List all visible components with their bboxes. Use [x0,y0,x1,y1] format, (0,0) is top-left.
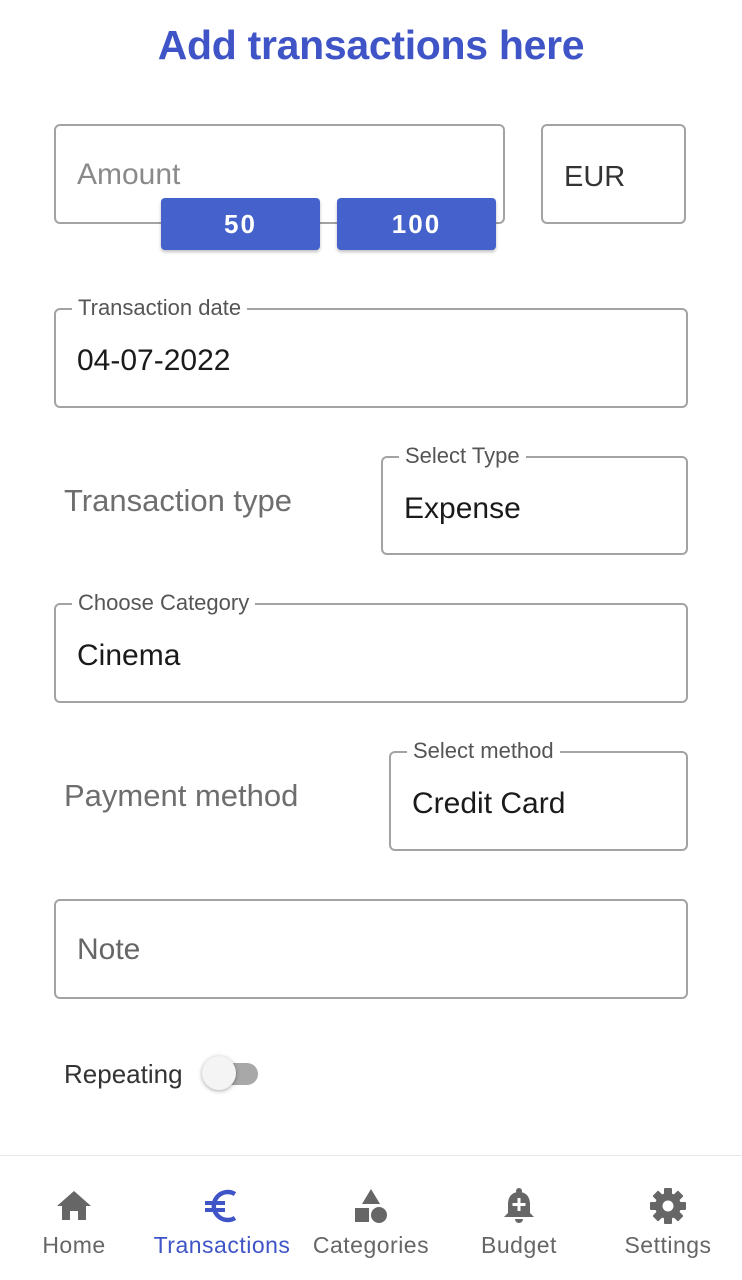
category-select[interactable]: Choose Category Cinema [54,590,688,703]
quick-amount-50-button[interactable]: 50 [161,198,320,250]
payment-method-label: Payment method [64,778,299,813]
transaction-type-select[interactable]: Select Type Expense [381,443,688,555]
transaction-date-label: Transaction date [72,295,248,321]
category-label: Choose Category [72,590,256,616]
transaction-date-field[interactable]: Transaction date 04-07-2022 [54,295,688,408]
select-method-label: Select method [407,738,560,764]
repeating-label: Repeating [64,1059,183,1089]
bell-plus-icon [504,1188,534,1223]
toggle-thumb [202,1056,236,1090]
note-input[interactable]: Note [54,899,688,999]
euro-icon [205,1189,237,1223]
bottom-navigation: Home Transactions Categories Budget Sett… [0,1155,742,1280]
nav-label-budget: Budget [481,1232,557,1258]
nav-label-transactions: Transactions [153,1232,291,1258]
payment-method-value: Credit Card [412,787,566,820]
currency-selector[interactable]: EUR [541,124,686,224]
home-icon [57,1191,91,1220]
nav-label-settings: Settings [624,1232,712,1258]
nav-label-home: Home [42,1232,106,1258]
category-value: Cinema [77,639,181,672]
amount-placeholder: Amount [77,158,181,191]
nav-item-transactions[interactable]: Transactions [148,1156,296,1280]
transaction-type-label: Transaction type [64,483,293,518]
payment-method-select[interactable]: Select method Credit Card [389,738,688,851]
nav-item-categories[interactable]: Categories [297,1156,445,1280]
repeating-toggle[interactable] [202,1056,259,1090]
transaction-date-value: 04-07-2022 [77,344,231,377]
transaction-type-value: Expense [404,492,521,525]
nav-item-budget[interactable]: Budget [445,1156,593,1280]
select-type-label: Select Type [399,443,526,469]
shapes-icon [355,1189,387,1223]
nav-item-settings[interactable]: Settings [594,1156,742,1280]
page-title: Add transactions here [157,22,585,68]
gear-icon [650,1188,686,1224]
quick-amount-100-button[interactable]: 100 [337,198,496,250]
currency-value: EUR [564,161,626,193]
nav-item-home[interactable]: Home [0,1156,148,1280]
note-placeholder: Note [77,933,141,966]
nav-label-categories: Categories [312,1232,430,1258]
